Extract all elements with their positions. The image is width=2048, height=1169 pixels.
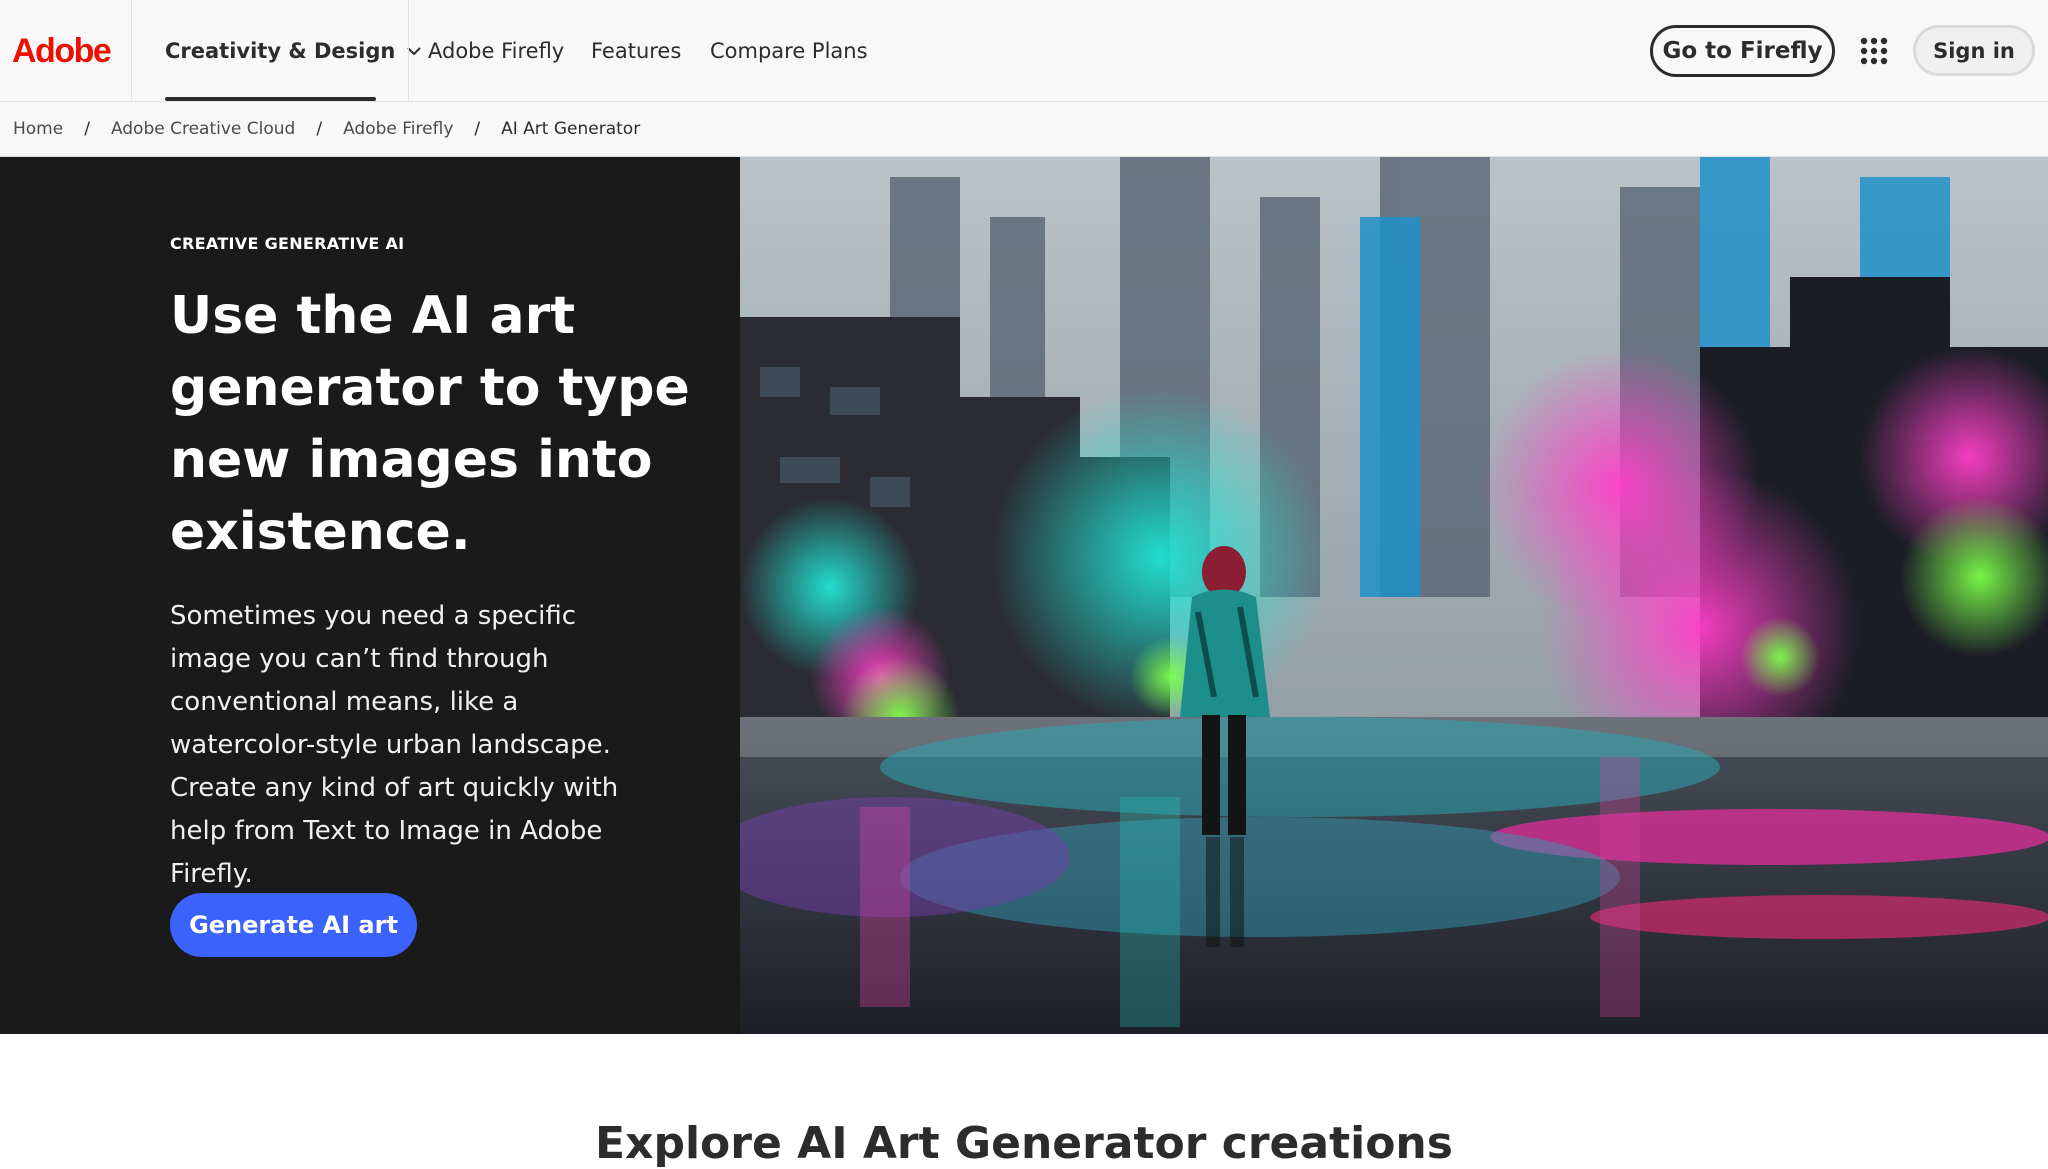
breadcrumb-adobe-firefly[interactable]: Adobe Firefly [343, 119, 453, 139]
breadcrumb-creative-cloud[interactable]: Adobe Creative Cloud [111, 119, 295, 139]
nav-link-compare-plans[interactable]: Compare Plans [710, 0, 868, 101]
sign-in-button[interactable]: Sign in [1913, 25, 2035, 76]
breadcrumb-separator: / [316, 119, 323, 139]
global-nav: Adobe Creativity & Design Adobe Firefly … [0, 0, 2048, 102]
breadcrumb-current-page: AI Art Generator [501, 119, 641, 139]
watercolor-city-illustration [740, 157, 2048, 1034]
breadcrumb-separator: / [84, 119, 90, 139]
creativity-design-menu[interactable]: Creativity & Design [165, 0, 423, 101]
app-grid-icon[interactable] [1860, 37, 1888, 65]
hero-artwork-image [740, 157, 2048, 1034]
nav-divider [408, 0, 409, 101]
nav-link-adobe-firefly[interactable]: Adobe Firefly [428, 0, 564, 101]
hero-eyebrow: CREATIVE GENERATIVE AI [170, 234, 405, 253]
go-to-firefly-button[interactable]: Go to Firefly [1650, 25, 1835, 77]
generate-ai-art-button[interactable]: Generate AI art [170, 893, 417, 957]
breadcrumb-separator: / [474, 119, 481, 139]
active-menu-underline [165, 97, 376, 101]
nav-link-features[interactable]: Features [591, 0, 681, 101]
breadcrumb-home[interactable]: Home [13, 119, 63, 139]
creativity-design-label: Creativity & Design [165, 38, 396, 63]
explore-section-title: Explore AI Art Generator creations [595, 1118, 1453, 1169]
adobe-logo[interactable]: Adobe [12, 30, 112, 72]
hero-headline: Use the AI art generator to type new ima… [170, 286, 690, 562]
breadcrumb: Home / Adobe Creative Cloud / Adobe Fire… [0, 102, 2048, 157]
hero-body: Sometimes you need a specific image you … [170, 601, 619, 889]
nav-divider [131, 0, 132, 101]
